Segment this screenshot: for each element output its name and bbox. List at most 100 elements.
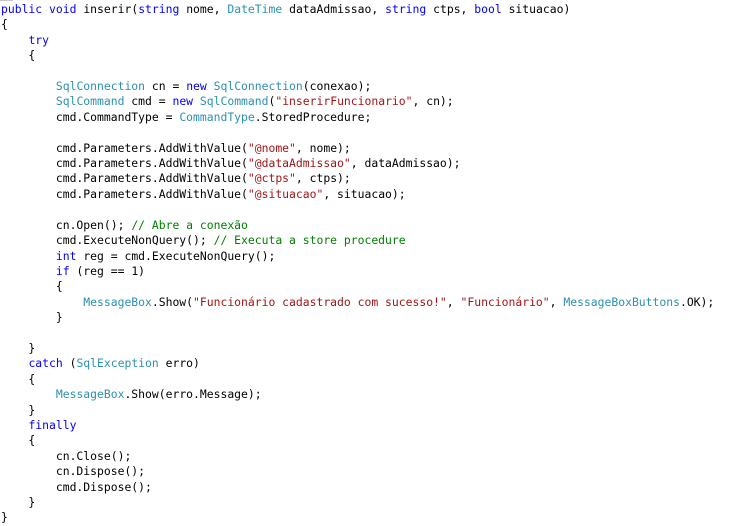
code-token: MessageBox [83, 294, 152, 309]
code-token: cmd.Parameters.AddWithValue( [1, 171, 248, 186]
code-token: dataAdmissao, [282, 2, 386, 16]
code-token: cmd.Parameters.AddWithValue( [1, 186, 248, 201]
code-line: { [0, 279, 729, 294]
code-line: cmd.CommandType = CommandType.StoredProc… [0, 110, 729, 125]
code-token: finally [28, 417, 77, 432]
code-token: cmd.Dispose(); [1, 479, 152, 494]
code-line: catch (SqlException erro) [0, 356, 729, 371]
code-line: finally [0, 418, 729, 433]
code-line: cmd.Parameters.AddWithValue("@situacao",… [0, 187, 729, 202]
code-token: } [1, 340, 36, 355]
code-line: { [0, 433, 729, 448]
code-token: , situacao); [323, 186, 406, 201]
code-token: .StoredProcedure; [254, 109, 372, 124]
code-token: } [1, 495, 36, 509]
code-token: cmd.ExecuteNonQuery(); [1, 233, 214, 248]
code-token: cmd = [124, 94, 173, 109]
code-line: if (reg == 1) [0, 264, 729, 279]
code-token: "Funcionário" [460, 294, 550, 309]
code-token: (conexao); [302, 79, 372, 94]
code-token: cmd.Parameters.AddWithValue( [1, 156, 248, 171]
code-line: int reg = cmd.ExecuteNonQuery(); [0, 249, 729, 264]
code-line: cn.Dispose(); [0, 464, 729, 479]
code-token: erro) [158, 356, 200, 371]
code-token: reg = cmd.ExecuteNonQuery(); [83, 248, 276, 263]
code-token: (reg == 1) [76, 263, 146, 278]
code-token: "@nome" [247, 140, 296, 155]
code-token: cn.Open(); [1, 217, 132, 232]
code-token: bool [474, 2, 509, 16]
code-token: string [385, 2, 434, 16]
gutter-marker [0, 0, 13, 1]
code-line: cn.Close(); [0, 449, 729, 464]
code-token: , nome); [295, 140, 351, 155]
code-token: catch [28, 356, 70, 371]
code-line: } [0, 495, 729, 510]
code-line: } [0, 510, 729, 525]
code-line: { [0, 48, 729, 63]
code-token: // Executa a store procedure [213, 233, 406, 248]
code-token: public [1, 2, 50, 16]
code-line: { [0, 17, 729, 32]
code-token: } [1, 402, 36, 417]
code-token: // Abre a conexão [131, 217, 248, 232]
code-token: DateTime [227, 2, 283, 16]
code-token: .OK); [679, 294, 715, 309]
code-token: cmd.CommandType = [1, 109, 180, 124]
code-token: CommandType [179, 109, 255, 124]
code-token: cn = [145, 79, 187, 94]
code-token: cmd.Parameters.AddWithValue( [1, 140, 248, 155]
code-token: cn.Dispose(); [1, 464, 146, 479]
code-line: } [0, 310, 729, 325]
code-line: cmd.Parameters.AddWithValue("@dataAdmiss… [0, 156, 729, 171]
code-line: cmd.Parameters.AddWithValue("@nome", nom… [0, 141, 729, 156]
code-token: situacao) [508, 2, 571, 16]
code-token: } [1, 510, 8, 525]
code-token: { [1, 433, 36, 448]
code-token: MessageBoxButtons [563, 294, 680, 309]
code-token: SqlException [76, 356, 159, 371]
code-token: , dataAdmissao); [350, 156, 461, 171]
code-token: "@situacao" [247, 186, 324, 201]
code-token: , [446, 294, 461, 309]
code-token: SqlCommand [199, 94, 269, 109]
code-token: , ctps); [295, 171, 351, 186]
code-line: cn.Open(); // Abre a conexão [0, 218, 729, 233]
code-token: SqlConnection [55, 79, 146, 94]
code-token: .Show(erro.Message); [124, 387, 262, 402]
code-content[interactable]: public void inserir(string nome, DateTim… [0, 2, 729, 524]
code-token: cn.Close(); [1, 448, 132, 463]
code-editor[interactable]: public void inserir(string nome, DateTim… [0, 0, 729, 524]
code-token: "@dataAdmissao" [247, 156, 351, 171]
code-token: } [1, 310, 63, 325]
code-line: MessageBox.Show("Funcionário cadastrado … [0, 295, 729, 310]
code-token: .Show( [151, 294, 194, 309]
code-line: { [0, 372, 729, 387]
code-line: SqlConnection cn = new SqlConnection(con… [0, 79, 729, 94]
code-token: int [55, 248, 84, 263]
code-token: "@ctps" [247, 171, 296, 186]
code-token: inserir( [83, 2, 139, 16]
code-line: public void inserir(string nome, DateTim… [0, 2, 729, 17]
code-token: SqlConnection [213, 79, 303, 94]
code-line: cmd.Dispose(); [0, 480, 729, 495]
code-line: cmd.Parameters.AddWithValue("@ctps", ctp… [0, 171, 729, 186]
code-token: { [1, 371, 36, 386]
code-token: , [549, 294, 564, 309]
code-token: try [28, 32, 50, 47]
code-token: new [186, 79, 214, 94]
code-token: { [1, 279, 63, 294]
code-line: } [0, 341, 729, 356]
